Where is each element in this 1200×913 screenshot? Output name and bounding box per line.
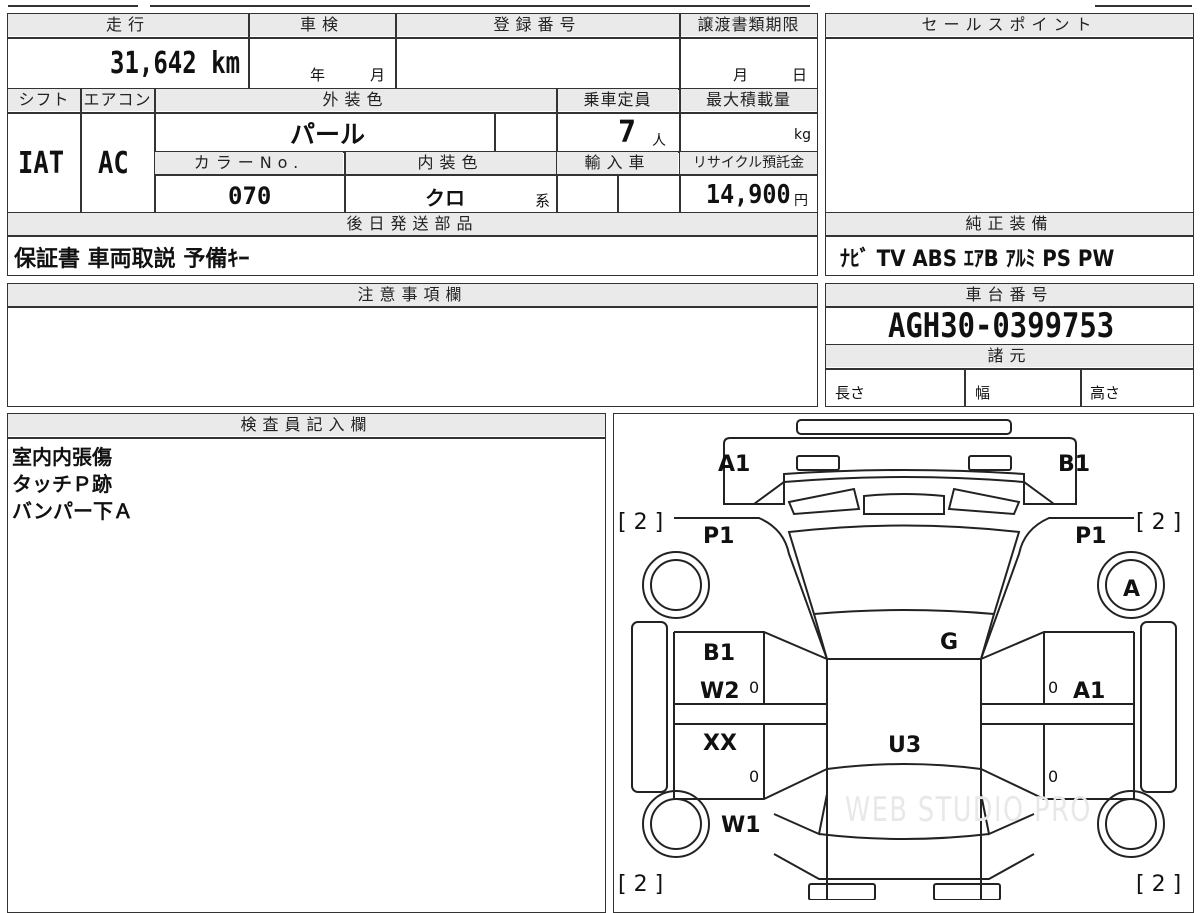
mark-windshield: G — [940, 630, 959, 655]
mark-left-front-door-w2: W2 — [700, 679, 740, 704]
notes-header: 注意事項欄 — [8, 284, 817, 306]
recycle-fee-value: 14,900 — [706, 180, 791, 210]
later-parts-value: 保証書 車両取説 予備ｷｰ — [14, 247, 250, 272]
specs-header: 諸元 — [826, 345, 1193, 367]
maxload-header: 最大積載量 — [680, 89, 817, 111]
maxload-unit: kg — [794, 127, 811, 143]
zero-right-front: 0 — [1048, 678, 1059, 697]
spec-height: 高さ — [1090, 384, 1121, 402]
shift-value: IAT — [18, 146, 65, 181]
recycle-header: リサイクル預託金 — [680, 152, 817, 174]
genuine-equipment-value: ﾅﾋﾞ TV ABS ｴｱB ｱﾙﾐ PS PW — [840, 247, 1115, 272]
transfer-header: 譲渡書類期限 — [680, 14, 817, 36]
registration-header: 登録番号 — [396, 14, 679, 36]
transfer-day-unit: 日 — [792, 66, 808, 84]
mark-front-right-bumper: B1 — [1058, 452, 1091, 477]
inspector-line-1: 室内内張傷 — [12, 445, 112, 469]
mark-front-left-bumper: A1 — [718, 452, 751, 477]
zero-left-front: 0 — [749, 678, 760, 697]
inspection-year-unit: 年 — [310, 66, 326, 84]
chassis-header: 車台番号 — [826, 284, 1193, 306]
transfer-month-unit: 月 — [733, 66, 749, 84]
later-parts-header: 後日発送部品 — [8, 213, 817, 235]
top-strip — [0, 0, 1200, 8]
color-no-value: 070 — [228, 182, 272, 210]
mark-left-fender: P1 — [703, 524, 735, 549]
color-no-header: カラーNo. — [155, 152, 343, 174]
zero-left-rear: 0 — [749, 767, 760, 786]
inspector-line-3: バンパー下Ａ — [12, 499, 133, 523]
interior-suffix: 系 — [535, 192, 551, 210]
genuine-equipment-header: 純正装備 — [826, 213, 1193, 235]
inspection-month-unit: 月 — [370, 66, 386, 84]
sale-points-box — [825, 13, 1194, 276]
spec-length: 長さ — [835, 384, 866, 402]
mark-right-front-door: A1 — [1073, 679, 1106, 704]
watermark: WEB STUDIO PRO — [845, 790, 1092, 830]
mark-right-fender: P1 — [1075, 524, 1107, 549]
exterior-header: 外装色 — [155, 89, 556, 111]
interior-header: 内装色 — [345, 152, 556, 174]
mark-left-rear-door: XX — [703, 731, 737, 756]
import-header: 輸入車 — [557, 152, 678, 174]
mark-right-front-wheel: A — [1123, 577, 1141, 602]
sale-points-header: セールスポイント — [826, 14, 1193, 36]
spec-width: 幅 — [975, 384, 991, 402]
mark-left-front-door-b1: B1 — [703, 641, 736, 666]
exterior-color-value: パール — [290, 120, 366, 149]
capacity-value: 7 — [618, 115, 637, 150]
capacity-unit: 人 — [652, 133, 666, 149]
zero-right-rear: 0 — [1048, 767, 1059, 786]
inspector-line-2: タッチＰ跡 — [12, 472, 112, 496]
mark-left-rear-wheel: W1 — [721, 813, 761, 838]
tire-mark-rear-left: [ 2 ] — [618, 872, 664, 897]
mileage-value: 31,642 km — [110, 46, 241, 81]
tire-mark-front-right: [ 2 ] — [1136, 510, 1182, 535]
tire-mark-front-left: [ 2 ] — [618, 510, 664, 535]
interior-color-value: クロ — [425, 186, 465, 210]
inspector-header: 検査員記入欄 — [8, 414, 605, 436]
ac-value: AC — [98, 146, 129, 181]
mark-roof: U3 — [888, 733, 922, 758]
mileage-header: 走行 — [8, 14, 248, 36]
inspection-header: 車検 — [249, 14, 395, 36]
ac-header: エアコン — [81, 89, 154, 111]
shift-header: シフト — [8, 89, 80, 111]
chassis-number: AGH30-0399753 — [888, 306, 1115, 346]
capacity-header: 乗車定員 — [557, 89, 678, 111]
recycle-unit: 円 — [794, 193, 808, 209]
tire-mark-rear-right: [ 2 ] — [1136, 872, 1182, 897]
